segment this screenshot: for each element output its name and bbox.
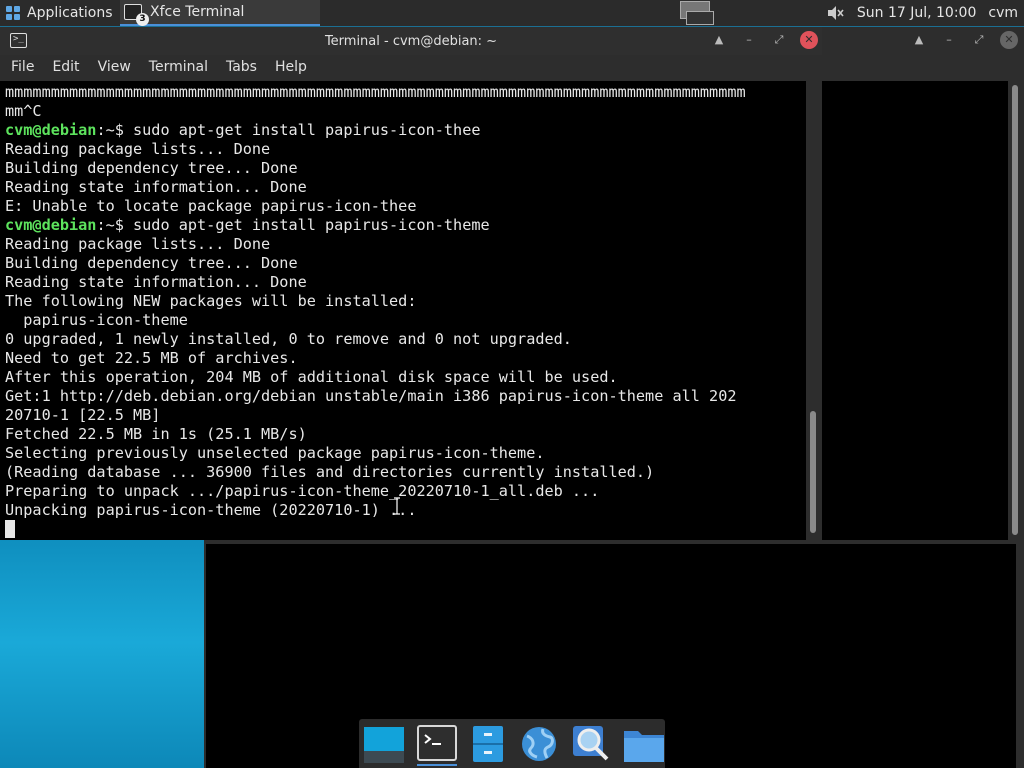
minimize-button[interactable]: – bbox=[740, 31, 758, 49]
taskbar-button-terminal[interactable]: 3 Xfce Terminal bbox=[120, 0, 320, 26]
window-titlebar[interactable]: >_ Terminal - cvm@debian: ~ ▲ – ⤢ ✕ bbox=[0, 27, 822, 55]
terminal-line: cvm@debian:~$ sudo apt-get install papir… bbox=[5, 216, 806, 235]
dock bbox=[359, 719, 665, 768]
menu-tabs[interactable]: Tabs bbox=[217, 59, 266, 75]
terminal-line: Unpacking papirus-icon-theme (20220710-1… bbox=[5, 501, 417, 519]
shade-button[interactable]: ▲ bbox=[710, 31, 728, 49]
terminal-line: mm^C bbox=[5, 102, 42, 120]
menu-help[interactable]: Help bbox=[266, 59, 316, 75]
menu-terminal[interactable]: Terminal bbox=[140, 59, 217, 75]
command-text: $ sudo apt-get install papirus-icon-them… bbox=[114, 216, 490, 234]
prompt-path: :~ bbox=[96, 121, 115, 139]
user-menu[interactable]: cvm bbox=[988, 5, 1018, 21]
terminal-scrollbar[interactable] bbox=[806, 81, 822, 540]
terminal-output[interactable]: mmmmmmmmmmmmmmmmmmmmmmmmmmmmmmmmmmmmmmmm… bbox=[0, 81, 806, 540]
maximize-button[interactable]: ⤢ bbox=[970, 31, 988, 49]
terminal-line: Reading package lists... Done bbox=[5, 140, 271, 158]
terminal-line: The following NEW packages will be insta… bbox=[5, 292, 417, 310]
terminal-line: Selecting previously unselected package … bbox=[5, 444, 545, 462]
background-terminal-output[interactable] bbox=[822, 81, 1008, 540]
terminal-line bbox=[5, 520, 806, 540]
terminal-line: papirus-icon-theme bbox=[5, 311, 188, 329]
terminal-line: Reading state information... Done bbox=[5, 178, 307, 196]
applications-label: Applications bbox=[27, 5, 113, 21]
terminal-line: Fetched 22.5 MB in 1s (25.1 MB/s) bbox=[5, 425, 307, 443]
terminal-line: After this operation, 204 MB of addition… bbox=[5, 368, 618, 386]
menu-file[interactable]: File bbox=[2, 59, 43, 75]
show-desktop-icon[interactable] bbox=[363, 722, 405, 766]
menu-view[interactable]: View bbox=[89, 59, 140, 75]
workspace-switcher[interactable] bbox=[680, 1, 714, 25]
app-finder-icon[interactable] bbox=[571, 722, 611, 766]
terminal-line: E: Unable to locate package papirus-icon… bbox=[5, 197, 417, 215]
terminal-line: Reading package lists... Done bbox=[5, 235, 271, 253]
command-text: $ sudo apt-get install papirus-icon-thee bbox=[114, 121, 481, 139]
terminal-window: >_ Terminal - cvm@debian: ~ ▲ – ⤢ ✕ File… bbox=[0, 27, 822, 540]
terminal-icon: 3 bbox=[124, 4, 149, 26]
terminal-line: Preparing to unpack .../papirus-icon-the… bbox=[5, 482, 600, 500]
minimize-button[interactable]: – bbox=[940, 31, 958, 49]
file-cabinet-icon[interactable] bbox=[469, 722, 507, 766]
menu-bar: File Edit View Terminal Tabs Help bbox=[0, 55, 822, 79]
close-button[interactable]: ✕ bbox=[1000, 31, 1018, 49]
maximize-button[interactable]: ⤢ bbox=[770, 31, 788, 49]
background-terminal-window[interactable]: ▲ – ⤢ ✕ bbox=[822, 27, 1024, 540]
terminal-line: Building dependency tree... Done bbox=[5, 254, 298, 272]
top-panel: Applications 3 Xfce Terminal Sun 17 Jul,… bbox=[0, 0, 1024, 26]
window-count-badge: 3 bbox=[136, 13, 149, 26]
terminal-icon[interactable] bbox=[417, 722, 457, 766]
mouse-ibeam-icon bbox=[394, 497, 400, 515]
taskbar-button-label: Xfce Terminal bbox=[150, 4, 245, 20]
workspace-2[interactable] bbox=[686, 11, 714, 25]
volume-muted-icon[interactable] bbox=[827, 5, 845, 21]
lower-scrollbar[interactable] bbox=[1016, 544, 1024, 768]
system-tray: Sun 17 Jul, 10:00 cvm bbox=[827, 0, 1024, 26]
text-cursor bbox=[5, 520, 15, 538]
menu-edit[interactable]: Edit bbox=[43, 59, 88, 75]
terminal-window-icon: >_ bbox=[10, 33, 27, 48]
terminal-line: 0 upgraded, 1 newly installed, 0 to remo… bbox=[5, 330, 572, 348]
terminal-line: Get:1 http://deb.debian.org/debian unsta… bbox=[5, 387, 737, 405]
wallpaper-visible-area bbox=[0, 540, 204, 768]
background-scrollbar[interactable] bbox=[1008, 81, 1024, 540]
terminal-line: cvm@debian:~$ sudo apt-get install papir… bbox=[5, 121, 806, 140]
folder-icon[interactable] bbox=[623, 722, 665, 766]
close-button[interactable]: ✕ bbox=[800, 31, 818, 49]
shade-button[interactable]: ▲ bbox=[910, 31, 928, 49]
prompt-user: cvm@debian bbox=[5, 216, 97, 234]
terminal-line: 20710-1 [22.5 MB] bbox=[5, 406, 161, 424]
prompt-user: cvm@debian bbox=[5, 121, 97, 139]
web-browser-icon[interactable] bbox=[519, 722, 559, 766]
terminal-line: Building dependency tree... Done bbox=[5, 159, 298, 177]
applications-menu-button[interactable]: Applications bbox=[0, 0, 119, 26]
terminal-line: Need to get 22.5 MB of archives. bbox=[5, 349, 298, 367]
xfce-logo-icon bbox=[6, 5, 21, 21]
terminal-line: mmmmmmmmmmmmmmmmmmmmmmmmmmmmmmmmmmmmmmmm… bbox=[5, 83, 746, 101]
terminal-line: Reading state information... Done bbox=[5, 273, 307, 291]
window-title: Terminal - cvm@debian: ~ bbox=[324, 33, 498, 49]
scrollbar-thumb[interactable] bbox=[1012, 85, 1018, 535]
prompt-path: :~ bbox=[96, 216, 115, 234]
scrollbar-thumb[interactable] bbox=[810, 411, 816, 533]
terminal-line: (Reading database ... 36900 files and di… bbox=[5, 463, 655, 481]
clock[interactable]: Sun 17 Jul, 10:00 bbox=[857, 5, 977, 21]
